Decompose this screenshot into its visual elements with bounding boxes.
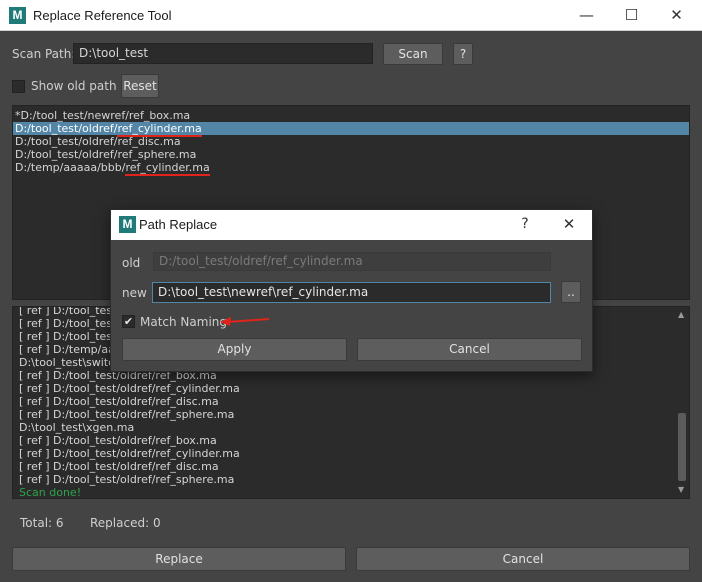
log-line: [ ref ] D:/tool_test/oldref/ref_sphere.m… [19,473,235,486]
log-line: [ ref ] D:/tool_test/oldref/ref_disc.ma [19,460,219,473]
help-button[interactable]: ? [453,43,473,65]
log-line: [ ref ] D:/tool_test/oldref/ref_box.ma [19,434,217,447]
log-line: [ ref ] D:/tool_test/oldref/ref_cylinder… [19,382,240,395]
scroll-down-icon[interactable]: ▼ [678,485,684,494]
window-titlebar: M Replace Reference Tool — ☐ ✕ [0,0,702,31]
cancel-button[interactable]: Cancel [356,547,690,571]
old-path-label: old [122,256,141,270]
close-button[interactable]: ✕ [654,0,699,31]
list-item-selected[interactable]: D:/tool_test/oldref/ref_cylinder.ma [13,122,689,137]
maya-logo-icon: M [119,216,136,233]
dialog-cancel-button[interactable]: Cancel [357,338,582,361]
log-line-success: Scan done! [19,486,82,499]
annotation-arrow [220,317,270,326]
reset-button[interactable]: Reset [121,74,159,98]
log-line: [ ref ] D:/tool_test/oldref/ref_disc.ma [19,395,219,408]
total-count: Total: 6 [20,516,64,530]
maya-logo-icon: M [9,7,26,24]
old-path-field: D:/tool_test/oldref/ref_cylinder.ma [153,252,551,271]
list-item[interactable]: D:/temp/aaaaa/bbb/ref_cylinder.ma [13,161,689,176]
scan-path-label: Scan Path: [12,47,76,61]
show-old-path-label: Show old path [31,79,117,93]
log-line: D:\tool_test\xgen.ma [19,421,135,434]
show-old-path-checkbox[interactable] [12,80,25,93]
replaced-count: Replaced: 0 [90,516,161,530]
list-item[interactable]: D:/tool_test/oldref/ref_sphere.ma [13,148,689,161]
browse-button[interactable]: .. [561,281,581,303]
scroll-up-icon[interactable]: ▲ [678,310,684,319]
dialog-titlebar: M Path Replace ? ✕ [111,210,592,240]
list-item[interactable]: *D:/tool_test/newref/ref_box.ma [13,109,689,122]
dialog-title: Path Replace [139,217,218,232]
scrollbar-thumb[interactable] [678,413,686,481]
maximize-button[interactable]: ☐ [609,0,654,31]
dialog-close-button[interactable]: ✕ [561,215,577,233]
scan-path-input[interactable]: D:\tool_test [73,43,373,64]
scan-button[interactable]: Scan [383,43,443,65]
minimize-button[interactable]: — [564,0,609,31]
new-path-label: new [122,286,147,300]
log-line: [ ref ] D:/tool_test/oldref/ref_cylinder… [19,447,240,460]
match-naming-checkbox[interactable]: ✔ [122,315,135,328]
log-scrollbar[interactable]: ▲ ▼ [675,307,689,498]
replace-button[interactable]: Replace [12,547,346,571]
new-path-input[interactable]: D:\tool_test\newref\ref_cylinder.ma [152,282,551,303]
match-naming-label: Match Naming [140,315,228,329]
window-title: Replace Reference Tool [33,8,172,23]
list-item-filename: ref_cylinder.ma [125,161,210,176]
list-item[interactable]: D:/tool_test/oldref/ref_disc.ma [13,135,689,148]
log-line: [ ref ] D:/tool_test/oldref/ref_sphere.m… [19,408,235,421]
apply-button[interactable]: Apply [122,338,347,361]
dialog-help-button[interactable]: ? [519,216,531,232]
path-replace-dialog: M Path Replace ? ✕ old D:/tool_test/oldr… [110,209,593,372]
